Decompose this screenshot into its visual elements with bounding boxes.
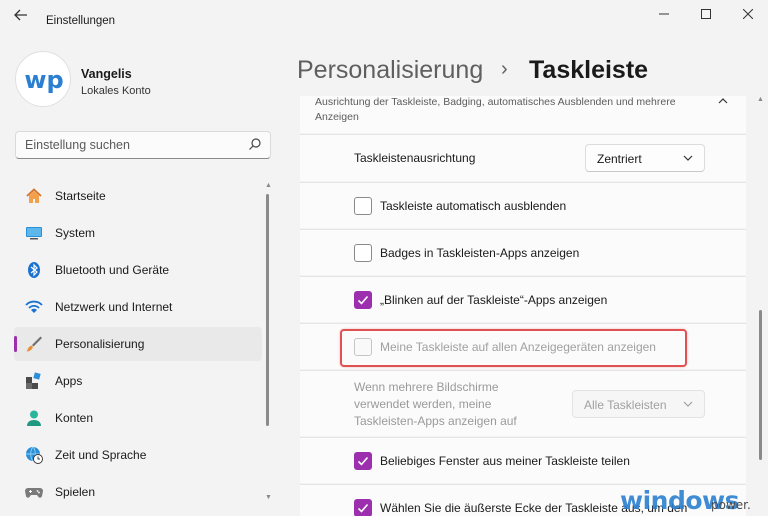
watermark-sub: power. xyxy=(711,498,751,512)
breadcrumb-parent[interactable]: Personalisierung xyxy=(297,56,483,85)
chevron-down-icon xyxy=(683,155,693,161)
close-icon xyxy=(742,8,754,20)
flashing-label: „Blinken auf der Taskleiste“-Apps anzeig… xyxy=(380,293,608,307)
account-type: Lokales Konto xyxy=(81,85,151,97)
search-icon xyxy=(249,138,261,150)
content-scrollbar[interactable]: ▲ xyxy=(757,96,764,516)
maximize-button[interactable] xyxy=(686,4,726,28)
brush-icon xyxy=(26,336,42,352)
setting-row-multi-display: Wenn mehrere Bildschirme verwendet werde… xyxy=(300,370,746,436)
sidebar-item-apps[interactable]: Apps xyxy=(14,364,262,398)
page-title: Taskleiste xyxy=(529,56,649,84)
scroll-up-icon[interactable]: ▲ xyxy=(265,182,272,189)
close-button[interactable] xyxy=(728,4,768,28)
multi-display-value: Alle Taskleisten xyxy=(584,398,667,412)
sidebar-item-label: Bluetooth und Geräte xyxy=(55,263,170,277)
sidebar-item-label: Personalisierung xyxy=(55,337,145,351)
title-bar: Einstellungen xyxy=(0,0,768,32)
chevron-down-icon xyxy=(683,401,693,407)
breadcrumb-separator: › xyxy=(501,58,508,80)
far-corner-checkbox[interactable] xyxy=(354,499,372,516)
wifi-icon xyxy=(25,300,43,313)
setting-row-alignment: Taskleistenausrichtung Zentriert xyxy=(300,134,746,181)
wp-logo-icon: wp xyxy=(24,66,63,94)
user-name: Vangelis xyxy=(81,67,132,81)
alignment-dropdown[interactable]: Zentriert xyxy=(585,144,705,172)
svg-text:wp: wp xyxy=(24,66,63,94)
avatar[interactable]: wp xyxy=(15,51,71,107)
sidebar-item-zeit-sprache[interactable]: Zeit und Sprache xyxy=(14,438,262,472)
checkmark-icon xyxy=(357,503,369,513)
app-title: Einstellungen xyxy=(46,15,116,27)
alignment-value: Zentriert xyxy=(597,152,642,166)
sidebar-item-label: Apps xyxy=(55,374,83,388)
setting-row-share-window[interactable]: Beliebiges Fenster aus meiner Taskleiste… xyxy=(300,437,746,483)
share-window-checkbox[interactable] xyxy=(354,452,372,470)
highlight-box xyxy=(340,329,687,367)
setting-row-flashing[interactable]: „Blinken auf der Taskleiste“-Apps anzeig… xyxy=(300,276,746,322)
setting-row-autohide[interactable]: Taskleiste automatisch ausblenden xyxy=(300,182,746,228)
badges-checkbox[interactable] xyxy=(354,244,372,262)
setting-row-badges[interactable]: Badges in Taskleisten-Apps anzeigen xyxy=(300,229,746,275)
chevron-up-icon[interactable] xyxy=(718,96,728,108)
taskbar-behaviors-panel: Ausrichtung der Taskleiste, Badging, aut… xyxy=(300,96,746,516)
scrollbar-thumb[interactable] xyxy=(266,194,269,426)
gamepad-icon xyxy=(25,488,43,498)
sidebar-item-bluetooth[interactable]: Bluetooth und Geräte xyxy=(14,253,262,287)
checkmark-icon xyxy=(357,295,369,305)
scroll-up-icon[interactable]: ▲ xyxy=(757,96,764,103)
sidebar-item-label: Spielen xyxy=(55,485,96,499)
autohide-label: Taskleiste automatisch ausblenden xyxy=(380,199,567,213)
sidebar-item-system[interactable]: System xyxy=(14,216,262,250)
share-window-label: Beliebiges Fenster aus meiner Taskleiste… xyxy=(380,454,630,468)
person-icon xyxy=(27,410,41,426)
home-icon xyxy=(26,188,42,203)
sidebar-item-label: System xyxy=(55,226,96,240)
multi-display-dropdown[interactable]: Alle Taskleisten xyxy=(572,390,705,418)
autohide-checkbox[interactable] xyxy=(354,197,372,215)
minimize-icon xyxy=(659,13,669,15)
search-input[interactable]: Einstellung suchen xyxy=(15,131,271,159)
arrow-left-icon xyxy=(14,9,27,21)
group-description: Ausrichtung der Taskleiste, Badging, aut… xyxy=(315,96,676,123)
sidebar-item-spielen[interactable]: Spielen xyxy=(14,475,262,509)
bluetooth-icon xyxy=(28,262,40,278)
sidebar-item-label: Netzwerk und Internet xyxy=(55,300,173,314)
checkmark-icon xyxy=(357,456,369,466)
sidebar-item-konten[interactable]: Konten xyxy=(14,401,262,435)
sidebar-item-startseite[interactable]: Startseite xyxy=(14,179,262,213)
multi-display-description: Wenn mehrere Bildschirme verwendet werde… xyxy=(354,380,517,428)
sidebar-scrollbar[interactable]: ▲ ▼ xyxy=(265,182,272,506)
sidebar-item-label: Startseite xyxy=(55,189,106,203)
sidebar-item-label: Konten xyxy=(55,411,94,425)
globe-clock-icon xyxy=(26,446,43,464)
maximize-icon xyxy=(701,9,711,19)
back-button[interactable] xyxy=(10,8,32,26)
sidebar-item-label: Zeit und Sprache xyxy=(55,448,147,462)
apps-icon xyxy=(26,372,41,389)
flashing-checkbox[interactable] xyxy=(354,291,372,309)
minimize-button[interactable] xyxy=(644,4,684,28)
alignment-label: Taskleistenausrichtung xyxy=(354,151,476,165)
group-header[interactable]: Ausrichtung der Taskleiste, Badging, aut… xyxy=(300,96,746,133)
scrollbar-thumb[interactable] xyxy=(759,310,762,460)
sidebar-item-personalisierung[interactable]: Personalisierung xyxy=(14,327,262,361)
search-placeholder: Einstellung suchen xyxy=(25,138,130,152)
sidebar-item-netzwerk[interactable]: Netzwerk und Internet xyxy=(14,290,262,324)
monitor-icon xyxy=(26,227,42,240)
scroll-down-icon[interactable]: ▼ xyxy=(265,494,272,501)
badges-label: Badges in Taskleisten-Apps anzeigen xyxy=(380,246,580,260)
